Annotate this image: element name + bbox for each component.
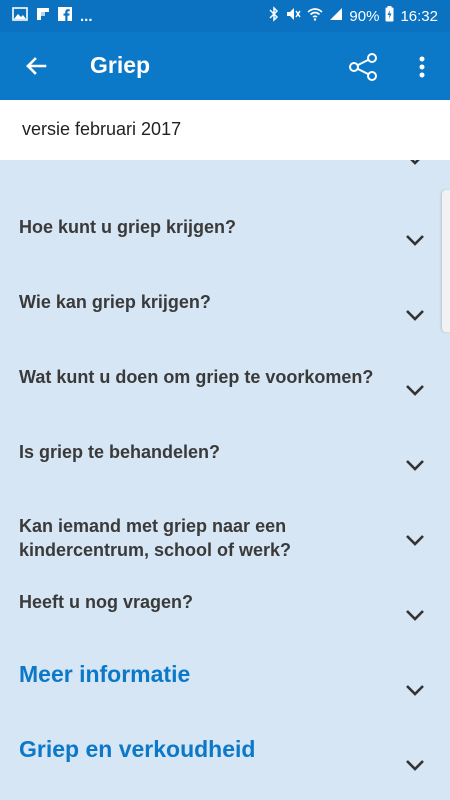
list-item-label: Kan iemand met griep naar een kindercent… [19,516,292,560]
list-item[interactable]: Wat kunt u doen om griep te voorkomen? [0,362,450,422]
list-item[interactable]: Hoe kunt u griep krijgen? [0,212,450,272]
mute-icon [285,6,302,26]
share-icon [349,53,377,81]
chevron-down-icon [406,235,424,246]
chevron-down-icon [406,685,424,696]
chevron-down-icon [406,310,424,321]
flipboard-icon [36,7,50,26]
version-label: versie februari 2017 [22,119,182,139]
chevron-down-icon [410,160,420,165]
chevron-down-icon [406,385,424,396]
battery-icon [385,6,394,26]
section-item[interactable]: Griep en verkoudheid [0,735,450,795]
share-button[interactable] [346,50,380,84]
chevron-down-icon [406,760,424,771]
list-item-label: Is griep te behandelen? [19,442,221,462]
signal-icon [329,7,343,25]
arrow-back-icon [26,57,47,75]
status-bar: ... 90% 16:32 [0,0,450,32]
clock: 16:32 [400,7,438,25]
page-title: Griep [90,52,151,78]
notification-icons: ... [12,0,93,32]
list-item-label: Heeft u nog vragen? [19,592,194,612]
back-button[interactable] [20,50,52,82]
list-item[interactable]: Heeft u nog vragen? [0,587,450,647]
section-label: Griep en verkoudheid [19,736,256,762]
wifi-icon [307,7,323,25]
chevron-down-icon [406,535,424,546]
list-item[interactable]: Kan iemand met griep naar een kindercent… [0,512,450,572]
battery-percentage: 90% [349,7,380,25]
section-item[interactable]: Meer informatie [0,660,450,720]
list-item[interactable]: Is griep te behandelen? [0,437,450,497]
list-item-label: Wat kunt u doen om griep te voorkomen? [19,367,374,387]
section-label: Meer informatie [19,661,191,687]
more-notifications: ... [80,7,93,25]
facebook-icon [58,6,72,26]
version-header: versie februari 2017 [0,100,450,160]
list-item[interactable]: Wie kan griep krijgen? [0,287,450,347]
chevron-down-icon [406,460,424,471]
list-item-label: Hoe kunt u griep krijgen? [19,217,237,237]
partial-list-item[interactable] [0,160,450,172]
system-icons: 90% 16:32 [269,0,438,32]
app-bar: Griep [0,32,450,100]
overflow-menu-button[interactable] [410,50,434,84]
more-vert-icon [419,56,425,78]
image-icon [12,6,28,26]
chevron-down-icon [406,610,424,621]
bluetooth-icon [269,6,279,26]
list-item-label: Wie kan griep krijgen? [19,292,211,312]
faq-list[interactable]: Hoe kunt u griep krijgen? Wie kan griep … [0,160,450,800]
